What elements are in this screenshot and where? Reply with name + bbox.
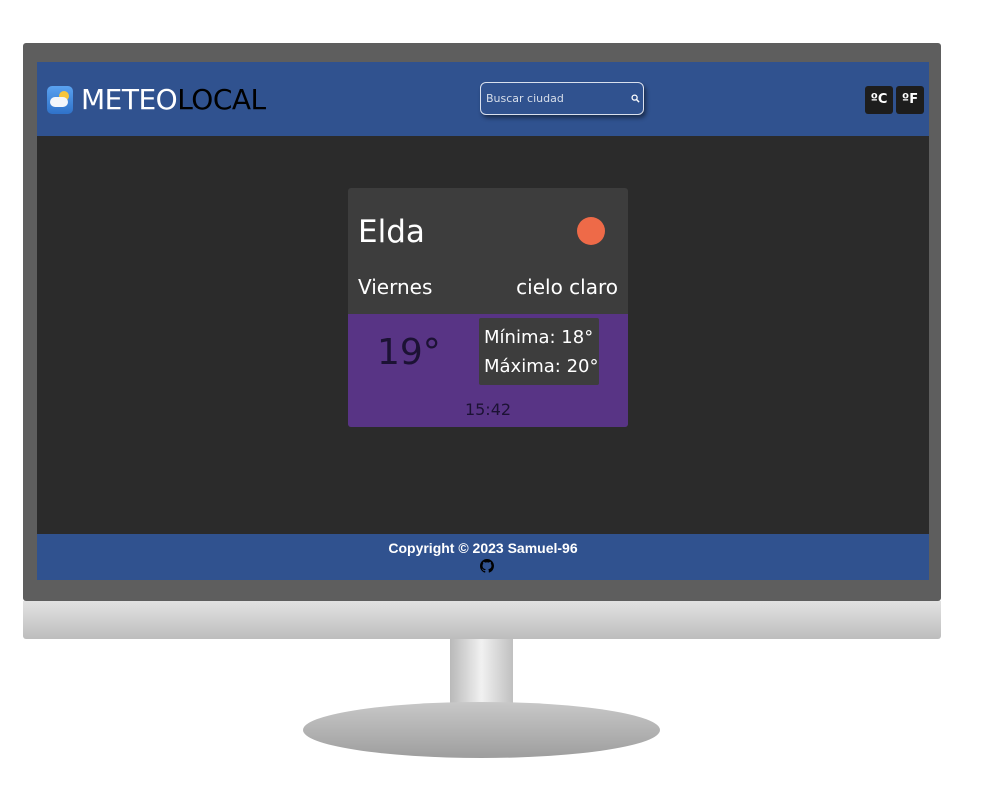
weekday-label: Viernes [358, 275, 433, 299]
min-temperature: Mínima: 18° [484, 327, 594, 348]
fahrenheit-button[interactable]: ºF [896, 86, 924, 114]
monitor-stand-neck [450, 639, 513, 709]
temperature-panel: 19° Mínima: 18° Máxima: 20° 15:42 [348, 314, 628, 427]
clear-sky-sun-icon [577, 217, 605, 245]
site-brand[interactable]: METEOLOCAL [81, 82, 266, 118]
brand-local: LOCAL [177, 83, 266, 116]
copyright-text: Copyright © 2023 Samuel-96 [388, 540, 578, 556]
weather-card: Elda Viernes cielo claro 19° Mínima: 18°… [348, 188, 628, 427]
min-max-box: Mínima: 18° Máxima: 20° [479, 318, 599, 385]
weather-description: cielo claro [516, 275, 618, 299]
logo-cloud-shape [50, 97, 68, 107]
monitor-chin [23, 601, 941, 639]
search-input[interactable] [486, 83, 622, 114]
github-icon[interactable] [480, 559, 494, 573]
current-temperature: 19° [377, 332, 441, 373]
local-time: 15:42 [464, 400, 512, 419]
app-screen: METEOLOCAL ºC ºF Elda Viernes cielo clar… [37, 62, 929, 580]
brand-meteo: METEO [81, 83, 178, 116]
weather-app-logo-icon [47, 86, 73, 114]
celsius-button[interactable]: ºC [865, 86, 893, 114]
site-footer: Copyright © 2023 Samuel-96 [37, 534, 929, 580]
search-box [480, 82, 644, 115]
monitor-stand-base [303, 702, 660, 758]
city-name: Elda [358, 214, 425, 250]
site-header: METEOLOCAL ºC ºF [37, 62, 929, 136]
max-temperature: Máxima: 20° [484, 356, 599, 377]
search-icon[interactable] [631, 94, 640, 103]
